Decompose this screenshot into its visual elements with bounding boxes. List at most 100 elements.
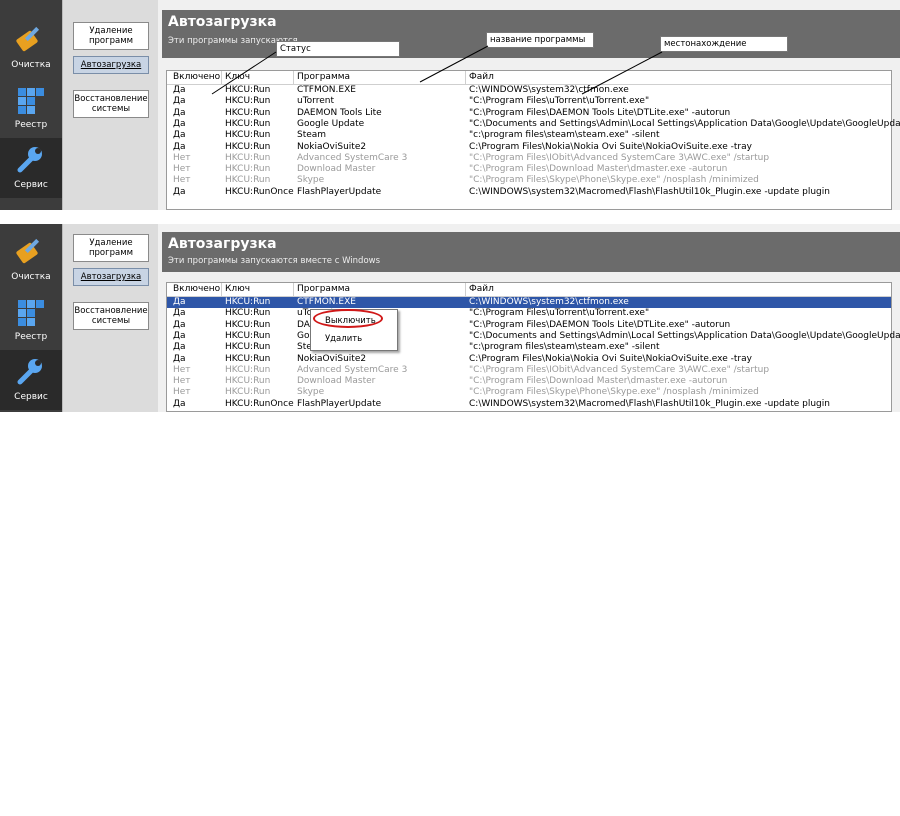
cell-file: "C:\Program Files\Download Master\dmaste…: [469, 376, 728, 387]
sidebar-item-label: Очистка: [11, 272, 51, 282]
cell-enabled: Да: [173, 118, 186, 129]
column-header-key[interactable]: Ключ: [225, 283, 295, 296]
uninstall-programs-button[interactable]: Удаление программ: [73, 234, 149, 262]
cell-file: "C:\Program Files\uTorrent\uTorrent.exe": [469, 308, 650, 319]
table-row[interactable]: Да HKCU:RunOnce FlashPlayerUpdate C:\WINDOW…: [167, 399, 891, 410]
table-row[interactable]: Нет HKCU:Run Skype "C:\Program Files\Skype\…: [167, 175, 891, 186]
cell-file: "C:\Documents and Settings\Admin\Local S…: [469, 118, 900, 129]
cell-file: "C:\Program Files\Download Master\dmaste…: [469, 164, 728, 175]
table-row[interactable]: Да HKCU:Run CTFMON.EXE C:\WINDOWS\system32\…: [167, 297, 891, 308]
table-row[interactable]: Нет HKCU:Run Advanced SystemCare 3 "C:\Prog…: [167, 365, 891, 376]
sidebar: Очистка Реестр Сервис: [0, 224, 62, 412]
table-row[interactable]: Да HKCU:RunOnce FlashPlayerUpdate C:\WINDOW…: [167, 187, 891, 198]
cell-key: HKCU:Run: [225, 376, 271, 387]
table-row[interactable]: Нет HKCU:Run Download Master "C:\Program Fi…: [167, 164, 891, 175]
startup-button[interactable]: Автозагрузка: [73, 56, 149, 74]
system-restore-button[interactable]: Восстановление системы: [73, 302, 149, 330]
cell-key: HKCU:Run: [225, 85, 271, 95]
column-header-file[interactable]: Файл: [469, 283, 900, 296]
table-row[interactable]: Нет HKCU:Run Download Master "C:\Program Fi…: [167, 376, 891, 387]
page-title: Автозагрузка: [168, 14, 277, 30]
table-row[interactable]: ДаHKCU:RunSteam"c:\program files\steam\s…: [167, 342, 891, 353]
cell-program: CTFMON.EXE: [297, 297, 356, 307]
sidebar-item-label: Очистка: [11, 60, 51, 70]
cell-enabled: Да: [173, 96, 186, 107]
cell-file: C:\WINDOWS\system32\Macromed\Flash\Flash…: [469, 186, 830, 197]
wrench-icon: [17, 147, 42, 173]
cell-key: HKCU:Run: [225, 175, 271, 186]
cell-file: "C:\Program Files\DAEMON Tools Lite\DTLi…: [469, 107, 731, 118]
registry-cubes-icon: [18, 300, 44, 326]
cell-program: Google Update: [297, 118, 365, 129]
cell-program: uTorrent: [297, 96, 334, 107]
sidebar-item-service[interactable]: Сервис: [0, 350, 62, 410]
highlight-circle: [313, 309, 383, 328]
table-row[interactable]: Да HKCU:Run CTFMON.EXE C:\WINDOWS\system32\…: [167, 85, 891, 96]
cell-key: HKCU:Run: [225, 164, 271, 175]
cell-enabled: Да: [173, 107, 186, 118]
table-row[interactable]: ДаHKCU:RunDAEMON Tools Lite"C:\Program F…: [167, 108, 891, 119]
sidebar-item-label: Реестр: [14, 332, 48, 342]
cell-file: C:\WINDOWS\system32\ctfmon.exe: [469, 297, 629, 307]
table-row[interactable]: Да HKCU:Run Steam "c:\program files\steam\s…: [167, 130, 891, 141]
cell-program: NokiaOviSuite2: [297, 141, 367, 152]
annotation-program-name: название программы: [486, 32, 594, 48]
tools-subnav: Удаление программ Автозагрузка Восстанов…: [62, 224, 159, 412]
sidebar-item-registry[interactable]: Реестр: [0, 78, 62, 138]
sidebar-item-label: Сервис: [14, 392, 48, 402]
column-header-file[interactable]: Файл: [469, 71, 900, 84]
table-row[interactable]: ДаHKCU:RunDAEMON Tools Lite"C:\Program F…: [167, 320, 891, 331]
cell-key: HKCU:Run: [225, 141, 271, 152]
cell-key: HKCU:Run: [225, 342, 271, 353]
table-row[interactable]: ДаHKCU:RunuTorrent"C:\Program Files\uTor…: [167, 96, 891, 107]
broom-icon: [16, 26, 40, 52]
sidebar-item-cleanup[interactable]: Очистка: [0, 230, 62, 290]
cell-file: "C:\Program Files\Skype\Phone\Skype.exe"…: [469, 387, 759, 398]
sidebar-item-service[interactable]: Сервис: [0, 138, 62, 198]
column-header-key[interactable]: Ключ: [225, 71, 295, 84]
menu-item-delete[interactable]: Удалить: [311, 332, 397, 347]
column-header-enabled[interactable]: Включено: [173, 283, 223, 296]
cell-program: Download Master: [297, 164, 376, 175]
cell-enabled: Да: [173, 398, 186, 409]
table-row[interactable]: Нет HKCU:Run Advanced SystemCare 3 "C:\Prog…: [167, 153, 891, 164]
column-header-enabled[interactable]: Включено: [173, 71, 223, 84]
table-row[interactable]: ДаHKCU:RunGoogle Update"C:\Documents and…: [167, 118, 900, 130]
column-header-program[interactable]: Программа: [297, 71, 467, 84]
tools-subnav: Удаление программ Автозагрузка Восстанов…: [62, 0, 159, 210]
cell-file: "C:\Program Files\uTorrent\uTorrent.exe": [469, 96, 650, 107]
uninstall-programs-button[interactable]: Удаление программ: [73, 22, 149, 50]
table-row[interactable]: Нет HKCU:Run Skype "C:\Program Files\Skype\…: [167, 387, 891, 398]
screenshot-bottom: Очистка Реестр Сервис Удаление программ …: [0, 224, 900, 412]
table-row[interactable]: ДаHKCU:RunuTorrent"C:\Program Files\uTor…: [167, 308, 891, 319]
broom-icon: [16, 238, 40, 264]
page-title: Автозагрузка: [168, 236, 277, 252]
table-row[interactable]: Да HKCU:Run NokiaOviSuite2 C:\Program Files…: [167, 354, 891, 365]
page-header: Автозагрузка Эти программы запускаются в…: [162, 232, 900, 272]
sidebar-item-label: Реестр: [14, 120, 48, 130]
cell-enabled: Да: [173, 330, 186, 341]
cell-enabled: Нет: [173, 364, 191, 375]
main-panel: Автозагрузка Эти программы запускаются в…: [158, 224, 900, 412]
cell-key: HKCU:Run: [225, 130, 271, 141]
startup-table: Включено Ключ Программа Файл Да HKCU:Run C…: [166, 282, 900, 412]
sidebar-item-cleanup[interactable]: Очистка: [0, 18, 62, 78]
table-row[interactable]: ДаHKCU:RunGoogle Update"C:\Documents and…: [167, 330, 900, 342]
cell-program: Steam: [297, 130, 327, 141]
column-header-program[interactable]: Программа: [297, 283, 467, 296]
sidebar-item-registry[interactable]: Реестр: [0, 290, 62, 350]
cell-enabled: Да: [173, 130, 186, 141]
cell-key: HKCU:Run: [225, 297, 271, 307]
cell-program: Advanced SystemCare 3: [297, 152, 408, 163]
startup-button[interactable]: Автозагрузка: [73, 268, 149, 286]
cell-enabled: Нет: [173, 175, 191, 186]
system-restore-button[interactable]: Восстановление системы: [73, 90, 149, 118]
cell-key: HKCU:Run: [225, 364, 271, 375]
cell-file: "C:\Program Files\Skype\Phone\Skype.exe"…: [469, 175, 759, 186]
cell-file: "c:\program files\steam\steam.exe" -sile…: [469, 130, 660, 141]
cell-enabled: Да: [173, 85, 186, 95]
cell-enabled: Нет: [173, 387, 191, 398]
cell-enabled: Да: [173, 342, 186, 353]
annotation-location: местонахождение: [660, 36, 788, 52]
table-row[interactable]: Да HKCU:Run NokiaOviSuite2 C:\Program Files…: [167, 142, 891, 153]
